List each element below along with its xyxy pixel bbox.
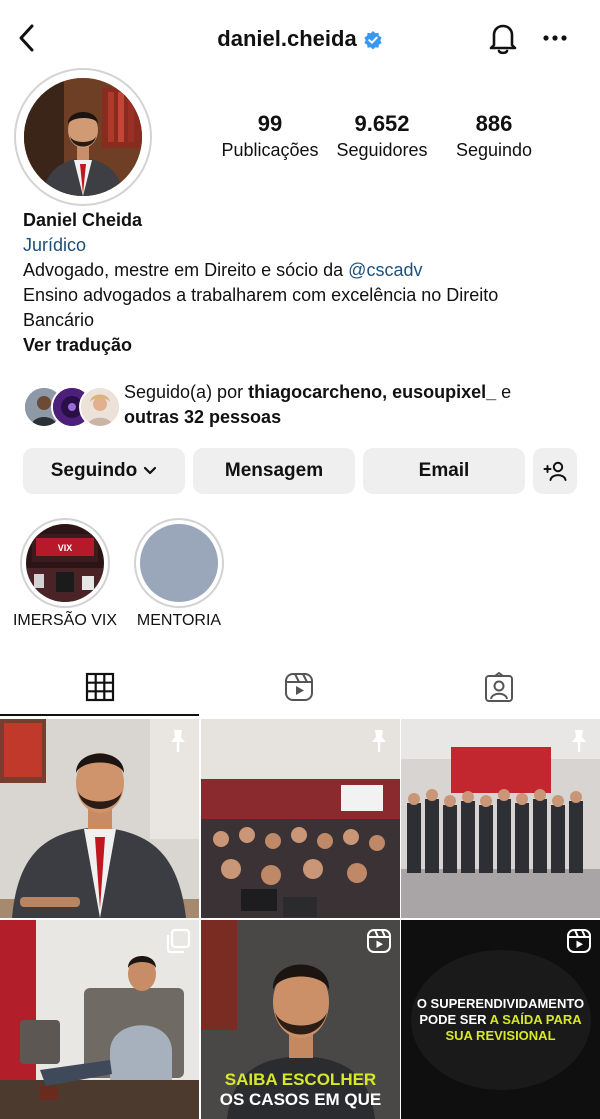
- grid-icon[interactable]: [85, 672, 115, 702]
- highlight-mentoria[interactable]: [140, 524, 218, 602]
- tagged-icon[interactable]: [483, 672, 515, 704]
- posts-count-label: Publicações: [221, 140, 319, 160]
- following-count-label: Seguindo: [455, 140, 533, 160]
- profile-bio: Daniel Cheida Jurídico Advogado, mestre …: [23, 208, 583, 358]
- chevron-down-icon: [144, 466, 157, 475]
- post-tile[interactable]: SAIBA ESCOLHER OS CASOS EM QUE: [201, 920, 400, 1119]
- highlight-label-mentoria: MENTORIA: [136, 612, 222, 629]
- followed-by-others[interactable]: outras 32 pessoas: [124, 407, 281, 427]
- add-person-icon: [543, 461, 567, 481]
- follower-avatar: [79, 386, 121, 428]
- avatar-photo: [24, 78, 142, 196]
- more-options-icon[interactable]: [540, 26, 570, 50]
- followed-by-conjunction: e: [496, 382, 512, 402]
- followed-by-text: Seguido(a) por thiagocarcheno, eusoupixe…: [124, 380, 574, 430]
- reel-icon: [567, 929, 591, 953]
- pinned-icon: [572, 730, 586, 753]
- suggested-users-button[interactable]: [533, 448, 577, 494]
- followed-by-names[interactable]: thiagocarcheno, eusoupixel_: [248, 382, 496, 402]
- following-count[interactable]: 886 Seguindo: [434, 110, 554, 162]
- following-count-value: 886: [475, 111, 513, 136]
- display-name: Daniel Cheida: [23, 210, 143, 230]
- highlight-imersao-vix[interactable]: VIX: [26, 524, 104, 602]
- bio-line-1: Advogado, mestre em Direito e sócio da @…: [23, 258, 583, 283]
- verified-badge-icon: [364, 31, 382, 50]
- email-button[interactable]: Email: [363, 448, 525, 494]
- reel-caption-highlight: A SAÍDA PARA: [489, 1012, 582, 1027]
- bio-line-3: Bancário: [23, 310, 95, 330]
- highlight-cover-image: VIX: [26, 524, 104, 602]
- message-button[interactable]: Mensagem: [193, 448, 355, 494]
- profile-category[interactable]: Jurídico: [23, 233, 583, 258]
- profile-header: daniel.cheida: [0, 0, 600, 78]
- see-translation-link[interactable]: Ver tradução: [23, 333, 583, 358]
- following-button-label: Seguindo: [50, 460, 138, 481]
- posts-count[interactable]: 99 Publicações: [210, 110, 330, 162]
- followers-count-label: Seguidores: [336, 140, 428, 160]
- reel-caption: SAIBA ESCOLHER OS CASOS EM QUE: [201, 1070, 400, 1110]
- pinned-icon: [171, 730, 185, 753]
- post-tile[interactable]: [201, 719, 400, 918]
- bio-line-1-text: Advogado, mestre em Direito e sócio da: [23, 260, 349, 280]
- reel-icon: [367, 929, 391, 953]
- highlight-label-imersao-vix: IMERSÃO VIX: [12, 612, 118, 629]
- posts-count-value: 99: [257, 111, 283, 136]
- carousel-icon: [166, 928, 191, 954]
- reel-caption-line-1: O SUPERENDIVIDAMENTO: [416, 996, 585, 1011]
- reel-caption-line-2: PODE SER A SAÍDA PARA: [401, 1012, 600, 1028]
- followed-by-prefix: Seguido(a) por: [124, 382, 249, 402]
- profile-avatar[interactable]: [24, 78, 142, 196]
- bio-line-2: Ensino advogados a trabalharem com excel…: [23, 285, 499, 305]
- bio-mention-link[interactable]: @cscadv: [348, 260, 422, 280]
- reel-caption-line-2: OS CASOS EM QUE: [219, 1090, 382, 1109]
- active-tab-indicator: [0, 714, 199, 716]
- post-tile[interactable]: [0, 719, 199, 918]
- post-tile[interactable]: [401, 719, 600, 918]
- profile-tab-bar: [0, 664, 600, 718]
- followers-count-value: 9.652: [354, 111, 410, 136]
- reel-caption-line-3: SUA REVISIONAL: [445, 1028, 556, 1043]
- reels-icon[interactable]: [284, 672, 314, 702]
- svg-text:VIX: VIX: [58, 543, 73, 553]
- message-button-label: Mensagem: [224, 460, 324, 481]
- reel-caption-line-1: SAIBA ESCOLHER: [224, 1070, 377, 1089]
- post-tile[interactable]: [0, 920, 199, 1119]
- reel-caption-line-2-text: PODE SER: [419, 1012, 490, 1027]
- pinned-icon: [372, 730, 386, 753]
- email-button-label: Email: [418, 460, 470, 481]
- followers-count[interactable]: 9.652 Seguidores: [322, 110, 442, 162]
- post-tile[interactable]: O SUPERENDIVIDAMENTO PODE SER A SAÍDA PA…: [401, 920, 600, 1119]
- reel-caption: O SUPERENDIVIDAMENTO PODE SER A SAÍDA PA…: [401, 996, 600, 1044]
- followed-by-section[interactable]: Seguido(a) por thiagocarcheno, eusoupixe…: [23, 380, 583, 428]
- notification-bell-icon[interactable]: [486, 20, 520, 56]
- following-button[interactable]: Seguindo: [23, 448, 185, 494]
- username-text: daniel.cheida: [217, 26, 357, 51]
